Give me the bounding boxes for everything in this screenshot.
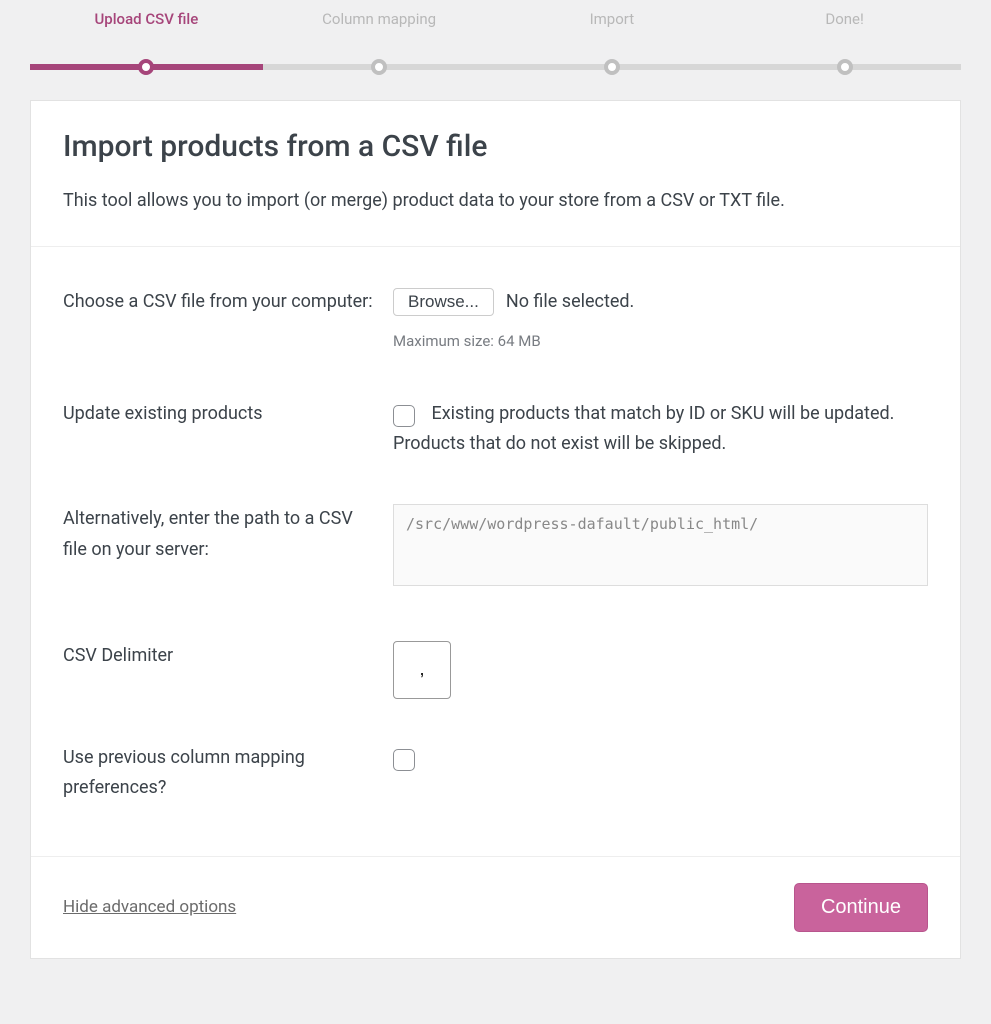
toggle-advanced-link[interactable]: Hide advanced options: [63, 897, 236, 917]
update-existing-label: Update existing products: [63, 399, 393, 430]
update-existing-checkbox[interactable]: [393, 405, 415, 427]
step-2: Column mapping: [263, 10, 496, 52]
delimiter-label: CSV Delimiter: [63, 641, 393, 672]
page-title: Import products from a CSV file: [63, 129, 928, 164]
step-dot-3: [604, 59, 620, 75]
progress-track: [30, 64, 961, 70]
import-progress: Upload CSV fileColumn mappingImportDone!: [30, 10, 961, 70]
continue-button[interactable]: Continue: [794, 883, 928, 932]
step-dot-2: [371, 59, 387, 75]
row-choose-file: Choose a CSV file from your computer: Br…: [63, 265, 928, 377]
row-delimiter: CSV Delimiter: [63, 619, 928, 721]
card-body: Choose a CSV file from your computer: Br…: [31, 247, 960, 857]
page-subtitle: This tool allows you to import (or merge…: [63, 186, 928, 216]
row-update-existing: Update existing products Existing produc…: [63, 377, 928, 482]
prev-mapping-checkbox[interactable]: [393, 749, 415, 771]
import-card: Import products from a CSV file This too…: [30, 100, 961, 959]
step-dot-1: [138, 59, 154, 75]
step-3: Import: [496, 10, 729, 52]
max-size-hint: Maximum size: 64 MB: [393, 329, 928, 355]
choose-file-label: Choose a CSV file from your computer:: [63, 287, 393, 318]
step-1: Upload CSV file: [30, 10, 263, 52]
row-server-path: Alternatively, enter the path to a CSV f…: [63, 482, 928, 619]
browse-button[interactable]: Browse...: [393, 288, 494, 316]
prev-mapping-label: Use previous column mapping preferences?: [63, 743, 393, 804]
server-path-input[interactable]: [393, 504, 928, 586]
step-4: Done!: [728, 10, 961, 52]
file-selected-text: No file selected.: [506, 287, 634, 318]
server-path-label: Alternatively, enter the path to a CSV f…: [63, 504, 393, 565]
card-header: Import products from a CSV file This too…: [31, 101, 960, 247]
row-prev-mapping: Use previous column mapping preferences?: [63, 721, 928, 826]
card-footer: Hide advanced options Continue: [31, 857, 960, 958]
delimiter-input[interactable]: [393, 641, 451, 699]
step-dot-4: [837, 59, 853, 75]
update-existing-desc: Existing products that match by ID or SK…: [393, 403, 894, 455]
